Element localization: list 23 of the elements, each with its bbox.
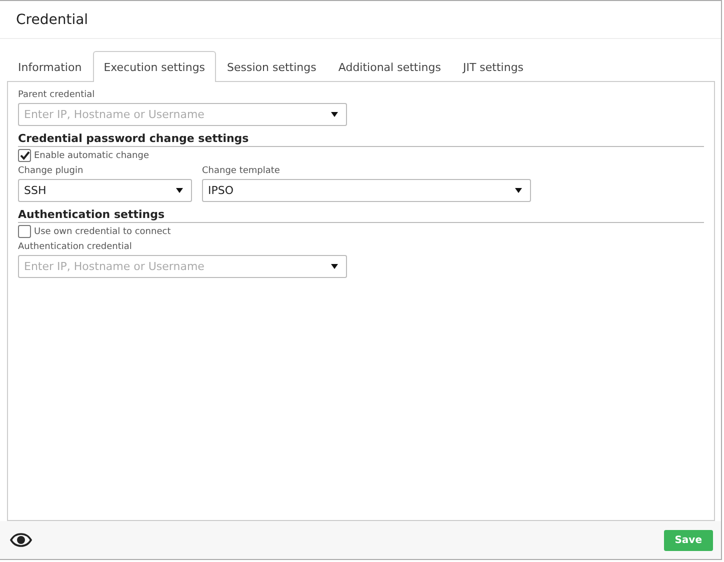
checkbox[interactable] xyxy=(18,149,31,162)
field-label: Parent credential xyxy=(18,90,96,100)
caret-icon xyxy=(331,112,338,117)
tab[interactable]: JIT settings xyxy=(452,51,535,82)
tab[interactable]: Additional settings xyxy=(327,51,452,82)
checkbox-label: Enable automatic change xyxy=(34,150,150,160)
dropdown-field[interactable]: SSH xyxy=(18,179,192,202)
checkbox[interactable] xyxy=(18,225,31,238)
tab[interactable]: Execution settings xyxy=(92,51,216,82)
caret-icon xyxy=(331,264,338,269)
field-label: Change template xyxy=(202,166,281,176)
section-heading: Credential password change settings xyxy=(18,130,704,147)
checkbox-label: Use own credential to connect xyxy=(34,226,171,236)
tab[interactable]: Session settings xyxy=(216,51,328,82)
section-heading: Authentication settings xyxy=(18,206,704,223)
caret-icon xyxy=(515,188,522,193)
field-label: Authentication credential xyxy=(18,242,133,252)
caret-icon xyxy=(176,188,183,193)
dropdown-field[interactable]: IPSO xyxy=(202,179,531,202)
window-title: Credential xyxy=(16,12,88,28)
tab[interactable]: Information xyxy=(7,51,93,82)
eye-icon[interactable] xyxy=(10,533,32,547)
field-label: Change plugin xyxy=(18,166,84,176)
